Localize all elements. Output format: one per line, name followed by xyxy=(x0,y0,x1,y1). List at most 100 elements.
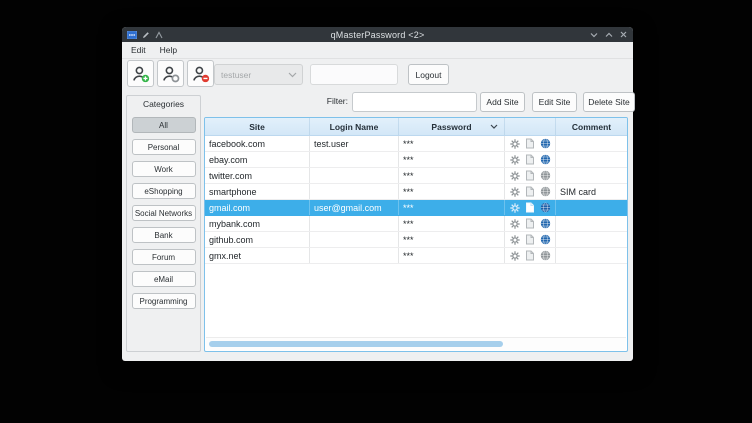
category-button[interactable]: Work xyxy=(132,161,196,177)
site-cell: gmail.com xyxy=(205,200,310,215)
actions-cell xyxy=(505,168,556,183)
open-url-icon[interactable] xyxy=(540,218,551,229)
password-cell: *** xyxy=(399,184,505,199)
settings-icon[interactable] xyxy=(510,187,520,197)
settings-icon[interactable] xyxy=(510,251,520,261)
settings-icon[interactable] xyxy=(510,235,520,245)
site-cell: gmx.net xyxy=(205,248,310,263)
login-cell: user@gmail.com xyxy=(310,200,399,215)
open-url-icon[interactable] xyxy=(540,250,551,261)
table-row[interactable]: ebay.com *** xyxy=(205,152,627,168)
header-password[interactable]: Password xyxy=(399,118,505,135)
login-cell xyxy=(310,232,399,247)
category-button[interactable]: Bank xyxy=(132,227,196,243)
menu-edit[interactable]: Edit xyxy=(131,45,146,55)
header-password-label: Password xyxy=(431,122,471,132)
actions-cell xyxy=(505,184,556,199)
app-window: qMasterPassword <2> Edit Help xyxy=(122,27,633,361)
titlebar[interactable]: qMasterPassword <2> xyxy=(122,27,633,42)
open-url-icon[interactable] xyxy=(540,202,551,213)
comment-cell xyxy=(556,168,627,183)
sites-table: Site Login Name Password Comment faceboo… xyxy=(204,117,628,352)
copy-password-icon[interactable] xyxy=(525,138,535,149)
open-url-icon[interactable] xyxy=(540,234,551,245)
table-row[interactable]: gmail.com user@gmail.com *** xyxy=(205,200,627,216)
header-login-name[interactable]: Login Name xyxy=(310,118,399,135)
copy-password-icon[interactable] xyxy=(525,202,535,213)
table-row[interactable]: smartphone *** xyxy=(205,184,627,200)
master-password-input[interactable] xyxy=(310,64,398,85)
comment-cell xyxy=(556,152,627,167)
add-site-button[interactable]: Add Site xyxy=(480,92,525,112)
open-url-icon[interactable] xyxy=(540,186,551,197)
table-row[interactable]: facebook.com test.user *** xyxy=(205,136,627,152)
table-body: facebook.com test.user *** xyxy=(205,136,627,264)
site-cell: smartphone xyxy=(205,184,310,199)
categories-list: All Personal Work eShopping Social Networks B… xyxy=(132,117,196,309)
actions-cell xyxy=(505,152,556,167)
minimize-icon[interactable] xyxy=(590,32,598,38)
login-cell xyxy=(310,184,399,199)
actions-cell xyxy=(505,232,556,247)
table-row[interactable]: github.com *** xyxy=(205,232,627,248)
header-actions[interactable] xyxy=(505,118,556,135)
header-comment[interactable]: Comment xyxy=(556,118,627,135)
edit-site-button[interactable]: Edit Site xyxy=(532,92,577,112)
settings-icon[interactable] xyxy=(510,171,520,181)
category-button[interactable]: Programming xyxy=(132,293,196,309)
chevron-down-icon xyxy=(288,72,297,78)
password-cell: *** xyxy=(399,168,505,183)
copy-password-icon[interactable] xyxy=(525,154,535,165)
comment-cell xyxy=(556,200,627,215)
settings-icon[interactable] xyxy=(510,139,520,149)
menubar: Edit Help xyxy=(122,42,633,59)
settings-icon[interactable] xyxy=(510,155,520,165)
login-cell xyxy=(310,168,399,183)
filter-label: Filter: xyxy=(318,96,348,106)
password-cell: *** xyxy=(399,248,505,263)
header-site[interactable]: Site xyxy=(205,118,310,135)
open-url-icon[interactable] xyxy=(540,154,551,165)
horizontal-scrollbar-track[interactable] xyxy=(206,337,626,350)
copy-password-icon[interactable] xyxy=(525,234,535,245)
actions-cell xyxy=(505,216,556,231)
add-user-button[interactable] xyxy=(127,60,154,87)
edit-user-button[interactable] xyxy=(157,60,184,87)
table-row[interactable]: gmx.net *** xyxy=(205,248,627,264)
category-button[interactable]: eMail xyxy=(132,271,196,287)
delete-user-button[interactable] xyxy=(187,60,214,87)
delete-site-button[interactable]: Delete Site xyxy=(583,92,635,112)
copy-password-icon[interactable] xyxy=(525,250,535,261)
category-button[interactable]: Forum xyxy=(132,249,196,265)
login-cell xyxy=(310,216,399,231)
open-url-icon[interactable] xyxy=(540,170,551,181)
edit-user-icon xyxy=(162,65,180,83)
horizontal-scrollbar-thumb[interactable] xyxy=(209,341,503,347)
comment-cell xyxy=(556,216,627,231)
category-button[interactable]: eShopping xyxy=(132,183,196,199)
actions-cell xyxy=(505,136,556,151)
menu-help[interactable]: Help xyxy=(160,45,177,55)
category-button[interactable]: Personal xyxy=(132,139,196,155)
window-title: qMasterPassword <2> xyxy=(122,30,633,40)
category-button[interactable]: All xyxy=(132,117,196,133)
settings-icon[interactable] xyxy=(510,203,520,213)
filter-input[interactable] xyxy=(352,92,477,112)
site-cell: facebook.com xyxy=(205,136,310,151)
site-cell: github.com xyxy=(205,232,310,247)
table-row[interactable]: twitter.com *** xyxy=(205,168,627,184)
site-cell: twitter.com xyxy=(205,168,310,183)
open-url-icon[interactable] xyxy=(540,138,551,149)
copy-password-icon[interactable] xyxy=(525,170,535,181)
table-row[interactable]: mybank.com *** xyxy=(205,216,627,232)
maximize-icon[interactable] xyxy=(605,32,613,38)
copy-password-icon[interactable] xyxy=(525,186,535,197)
category-button[interactable]: Social Networks xyxy=(132,205,196,221)
password-cell: *** xyxy=(399,136,505,151)
copy-password-icon[interactable] xyxy=(525,218,535,229)
user-combobox[interactable]: testuser xyxy=(214,64,303,85)
logout-button[interactable]: Logout xyxy=(408,64,449,85)
comment-cell xyxy=(556,232,627,247)
close-icon[interactable] xyxy=(620,31,627,38)
settings-icon[interactable] xyxy=(510,219,520,229)
